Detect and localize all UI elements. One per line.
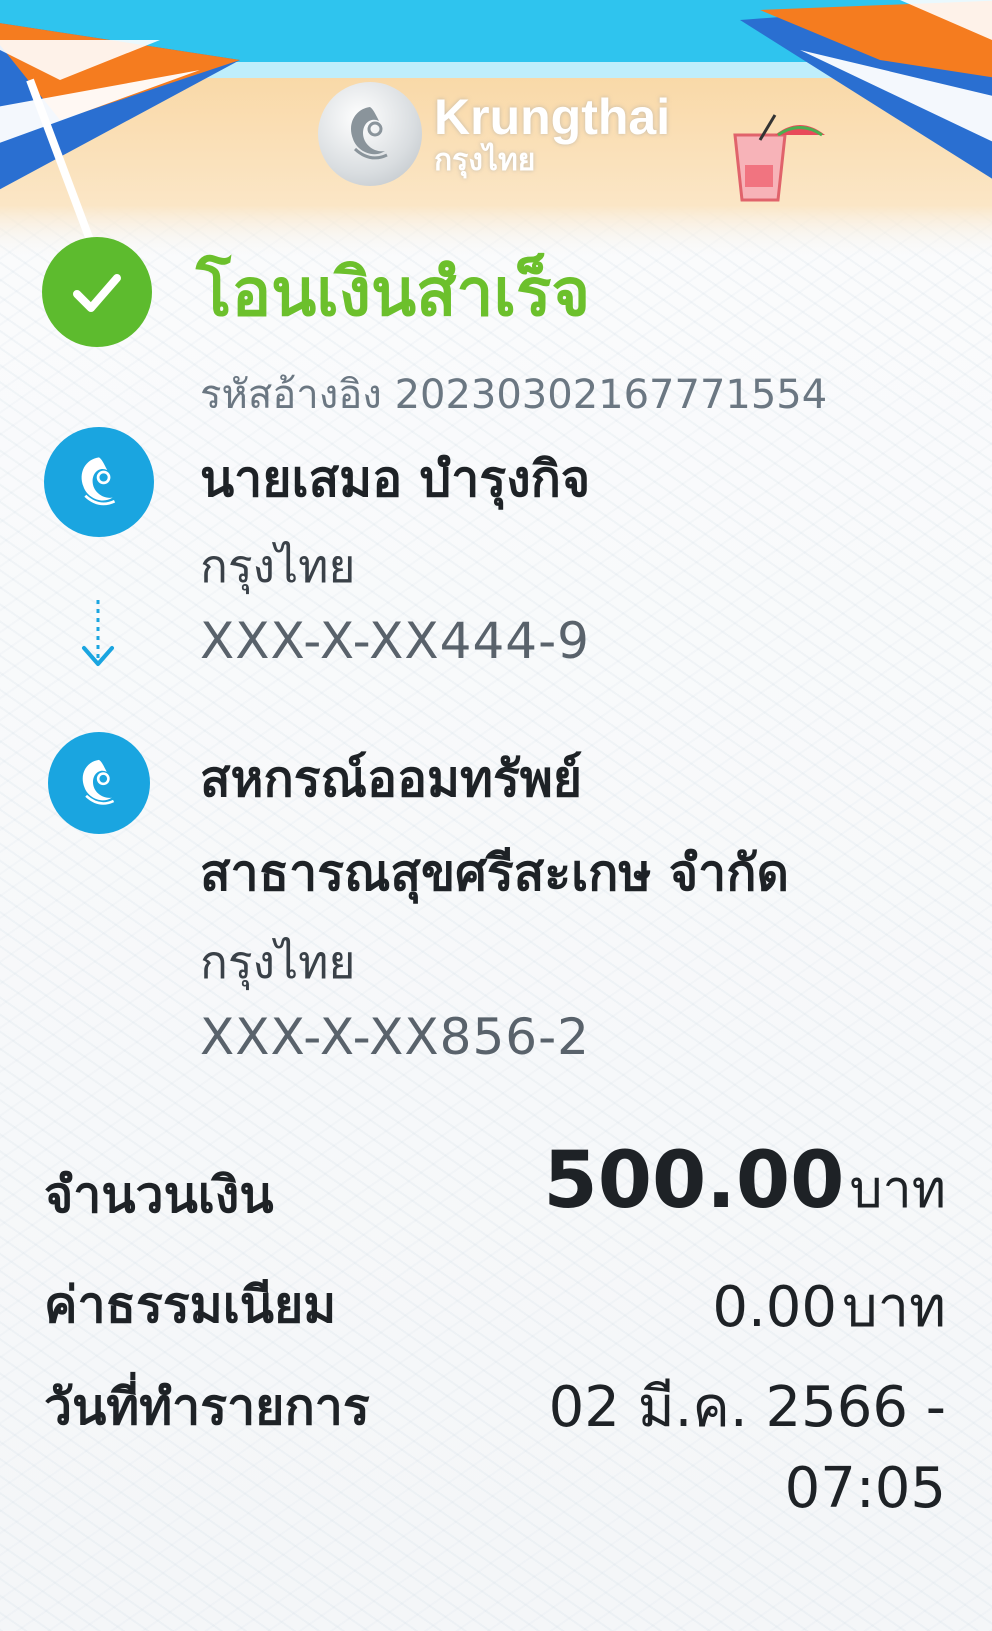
- krungthai-bird-icon: [82, 759, 115, 805]
- receiver-name-line1: สหกรณ์ออมทรัพย์: [200, 750, 583, 808]
- amount-value: 500.00 บาท: [543, 1136, 946, 1230]
- receiver-name-line2: สาธารณสุขศรีสะเกษ จำกัด: [200, 844, 789, 902]
- amount-label: จำนวนเงิน: [44, 1166, 274, 1224]
- arrow-down-icon: [78, 598, 118, 674]
- slip-page: Krungthai กรุงไทย โอนเงินสำเร็จ รหัสอ้าง…: [0, 0, 992, 1631]
- reference-number: 20230302167771554: [394, 372, 828, 418]
- fee-unit: บาท: [842, 1275, 946, 1340]
- time-value: 07:05: [784, 1456, 946, 1521]
- check-circle-icon: [42, 237, 152, 347]
- date-label: วันที่ทำรายการ: [44, 1378, 370, 1436]
- success-status: [42, 236, 152, 348]
- amount-unit: บาท: [849, 1160, 946, 1220]
- receiver-bank-logo: [48, 732, 150, 834]
- krungthai-bird-icon: [81, 457, 116, 506]
- fee-value: 0.00 บาท: [712, 1262, 946, 1351]
- header-banner: Krungthai กรุงไทย: [0, 0, 992, 260]
- brand-name-en: Krungthai: [434, 89, 671, 145]
- amount-number: 500.00: [543, 1136, 845, 1226]
- sender-bank-logo: [44, 427, 154, 537]
- fee-number: 0.00: [712, 1275, 837, 1340]
- receiver-account: XXX-X-XX856-2: [200, 1008, 590, 1066]
- fee-label: ค่าธรรมเนียม: [44, 1276, 337, 1334]
- receiver-bank: กรุงไทย: [200, 935, 356, 989]
- reference-line: รหัสอ้างอิง 20230302167771554: [200, 362, 827, 426]
- success-title: โอนเงินสำเร็จ: [196, 254, 591, 331]
- sender-account: XXX-X-XX444-9: [200, 612, 590, 670]
- krungthai-logo: Krungthai กรุงไทย: [318, 82, 670, 186]
- reference-label: รหัสอ้างอิง: [200, 372, 382, 418]
- sender-name: นายเสมอ บำรุงกิจ: [200, 450, 591, 508]
- brand-name-th: กรุงไทย: [434, 143, 536, 178]
- krungthai-bird-icon: [318, 82, 422, 186]
- sender-bank: กรุงไทย: [200, 539, 356, 593]
- date-value: 02 มี.ค. 2566 -: [548, 1375, 946, 1440]
